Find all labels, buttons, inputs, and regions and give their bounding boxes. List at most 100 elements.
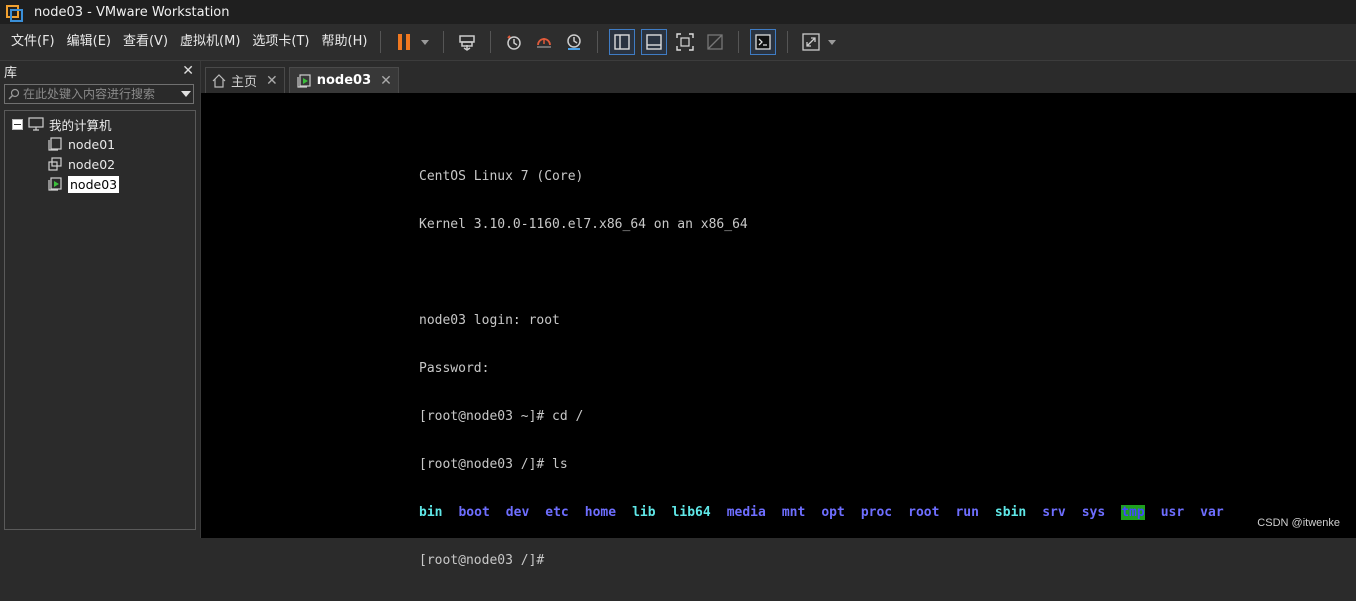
thumbnail-bar-button[interactable]: [641, 29, 668, 55]
console-view-icon: [755, 34, 772, 50]
ls-entry-tmp: tmp: [1121, 505, 1145, 520]
tab-bar: 主页 ✕ node03 ✕: [201, 61, 1356, 93]
pause-dropdown-icon[interactable]: [421, 39, 430, 45]
revert-snapshot-icon: [537, 38, 552, 48]
vm-icon: [48, 137, 62, 151]
menu-file[interactable]: 文件(F): [6, 32, 60, 52]
stretch-icon: [802, 33, 821, 51]
tab-label: node03: [316, 73, 372, 88]
menu-edit[interactable]: 编辑(E): [62, 32, 116, 52]
ls-entry-media: media: [726, 505, 766, 520]
ls-entry-run: run: [955, 505, 979, 520]
snapshot-manager-icon: [567, 34, 582, 50]
send-ctrl-alt-del-button[interactable]: [455, 30, 479, 54]
toolbar-separator: [443, 31, 445, 53]
menu-tabs[interactable]: 选项卡(T): [247, 32, 314, 52]
tree-root-label: 我的计算机: [49, 117, 112, 133]
snapshot-manager-button[interactable]: [562, 30, 586, 54]
ls-entry-proc: proc: [860, 505, 893, 520]
ls-entry-lib64: lib64: [671, 505, 711, 520]
ls-entry-srv: srv: [1042, 505, 1066, 520]
library-header: 库 ✕: [0, 61, 200, 81]
tab-home[interactable]: 主页 ✕: [205, 67, 285, 93]
search-icon: [5, 88, 23, 100]
home-icon: [212, 73, 226, 88]
menu-toolbar: 文件(F) 编辑(E) 查看(V) 虚拟机(M) 选项卡(T) 帮助(H): [0, 24, 1356, 61]
pause-button[interactable]: [392, 30, 416, 54]
ls-entry-lib: lib: [632, 505, 656, 520]
ls-entry-dev: dev: [505, 505, 530, 520]
tree-item-label: node03: [68, 175, 120, 193]
terminal-line: CentOS Linux 7 (Core): [419, 169, 584, 184]
vm-console[interactable]: CentOS Linux 7 (Core) Kernel 3.10.0-1160…: [201, 93, 1356, 568]
unity-button[interactable]: [703, 30, 727, 54]
terminal-prompt: [root@node03 /]#: [419, 553, 545, 568]
unity-icon: [707, 34, 724, 50]
terminal-line: Password:: [419, 361, 490, 376]
vmware-logo-icon: [6, 5, 23, 22]
ls-entry-home: home: [584, 505, 617, 520]
close-icon[interactable]: ✕: [266, 73, 278, 89]
terminal-line: [root@node03 ~]# cd /: [419, 409, 584, 424]
ls-entry-sbin: sbin: [994, 505, 1027, 520]
terminal-line: [root@node03 /]# ls: [419, 457, 568, 472]
ls-entry-opt: opt: [821, 505, 845, 520]
terminal-line: node03 login: root: [419, 313, 560, 328]
terminal-line: Kernel 3.10.0-1160.el7.x86_64 on an x86_…: [419, 217, 748, 232]
search-input[interactable]: [23, 87, 179, 101]
tab-label: 主页: [231, 75, 258, 90]
take-snapshot-button[interactable]: [502, 30, 526, 54]
search-dropdown-icon[interactable]: [179, 90, 193, 98]
ls-entry-boot: boot: [458, 505, 490, 520]
ls-entry-mnt: mnt: [781, 505, 806, 520]
tree-root-my-computer[interactable]: 我的计算机: [5, 114, 195, 134]
ls-entry-usr: usr: [1160, 505, 1185, 520]
tree-item-node02[interactable]: node02: [5, 154, 195, 174]
toolbar-separator: [738, 31, 740, 53]
menu-vm[interactable]: 虚拟机(M): [175, 32, 245, 52]
tab-node03[interactable]: node03 ✕: [288, 67, 399, 93]
full-screen-button[interactable]: [673, 30, 697, 54]
ls-entry-var: var: [1200, 505, 1224, 520]
library-panel: 库 ✕ 我的计算机 node01: [0, 61, 201, 538]
thumbnail-bar-icon: [646, 34, 663, 50]
full-screen-icon: [676, 33, 695, 51]
revert-snapshot-button[interactable]: [532, 30, 556, 54]
toolbar-separator: [380, 31, 382, 53]
library-title: 库: [4, 65, 18, 81]
library-search: [4, 84, 194, 104]
send-keys-icon: [459, 35, 476, 51]
menu-help[interactable]: 帮助(H): [317, 32, 373, 52]
vm-running-icon: [48, 177, 62, 191]
ls-entry-bin: bin: [419, 505, 443, 520]
title-bar: node03 - VMware Workstation: [0, 0, 1356, 24]
vm-running-icon: [296, 73, 312, 88]
tree-item-label: node02: [68, 156, 116, 172]
snapshot-icon: [507, 35, 522, 50]
terminal-text: CentOS Linux 7 (Core) Kernel 3.10.0-1160…: [419, 137, 1240, 601]
show-library-icon: [614, 34, 631, 50]
tree-item-node03[interactable]: node03: [5, 174, 195, 194]
collapse-icon[interactable]: [12, 118, 23, 130]
toolbar-separator: [490, 31, 492, 53]
ls-entry-root: root: [908, 505, 940, 520]
console-view-button[interactable]: [750, 29, 777, 55]
vm-tree: 我的计算机 node01 node02 node03: [4, 110, 196, 530]
close-icon[interactable]: ✕: [380, 73, 392, 89]
ls-output-line: bin boot dev etc home lib lib64 media mnt opt proc…: [419, 505, 1240, 521]
toolbar-separator: [787, 31, 789, 53]
pause-icon: [398, 34, 411, 50]
computer-icon: [28, 117, 44, 131]
stretch-guest-button[interactable]: [799, 30, 823, 54]
ls-entry-etc: etc: [545, 505, 569, 520]
watermark: CSDN @itwenke: [1257, 517, 1340, 529]
tree-item-label: node01: [68, 136, 116, 152]
toolbar-separator: [597, 31, 599, 53]
menu-view[interactable]: 查看(V): [118, 32, 173, 52]
show-library-button[interactable]: [609, 29, 636, 55]
window-title: node03 - VMware Workstation: [34, 4, 230, 20]
tree-item-node01[interactable]: node01: [5, 134, 195, 154]
library-close-icon[interactable]: ✕: [182, 63, 194, 79]
stretch-dropdown-icon[interactable]: [828, 39, 837, 45]
